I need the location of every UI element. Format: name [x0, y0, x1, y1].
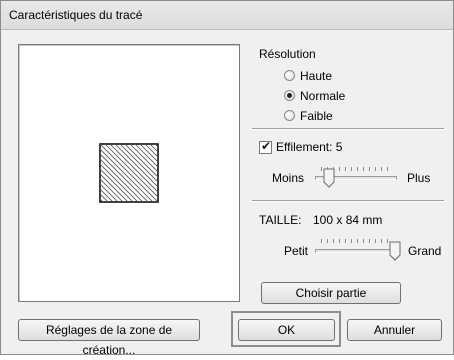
taper-max-label: Plus — [407, 171, 431, 185]
radio-normale-label[interactable]: Normale — [300, 89, 345, 103]
preview-drawing — [99, 143, 159, 203]
taper-slider-thumb[interactable] — [323, 168, 335, 188]
radio-haute[interactable] — [284, 70, 295, 81]
size-value: 100 x 84 mm — [313, 213, 383, 227]
preview-hatching — [100, 144, 158, 202]
dialog-title: Caractéristiques du tracé — [9, 8, 143, 22]
size-label: TAILLE: — [259, 213, 302, 227]
stitch-preview-pane — [18, 44, 240, 302]
taper-min-label: Moins — [272, 171, 305, 185]
taper-label: Effilement: 5 — [276, 140, 343, 154]
stitch-characteristics-dialog: Caractéristiques du tracé Résolution Hau… — [0, 0, 454, 357]
size-slider-track[interactable] — [315, 249, 397, 253]
choose-part-button[interactable]: Choisir partie — [261, 282, 401, 304]
taper-checkbox[interactable]: ✔ — [259, 139, 272, 154]
size-slider-ticks — [321, 239, 393, 243]
creation-area-settings-button[interactable]: Réglages de la zone de création... — [18, 319, 200, 357]
radio-haute-label[interactable]: Haute — [300, 69, 332, 83]
size-max-label: Grand — [408, 244, 442, 258]
resolution-label: Résolution — [259, 47, 316, 61]
radio-faible[interactable] — [284, 110, 295, 121]
size-slider-thumb[interactable] — [389, 241, 401, 261]
ok-button[interactable]: OK — [238, 319, 335, 341]
cancel-button[interactable]: Annuler — [347, 319, 442, 341]
separator — [252, 200, 444, 202]
separator — [252, 128, 444, 130]
radio-normale[interactable] — [284, 90, 295, 101]
size-min-label: Petit — [284, 244, 309, 258]
radio-faible-label[interactable]: Faible — [300, 109, 333, 123]
checkmark-icon: ✔ — [261, 139, 272, 153]
title-bar: Caractéristiques du tracé — [1, 1, 453, 30]
